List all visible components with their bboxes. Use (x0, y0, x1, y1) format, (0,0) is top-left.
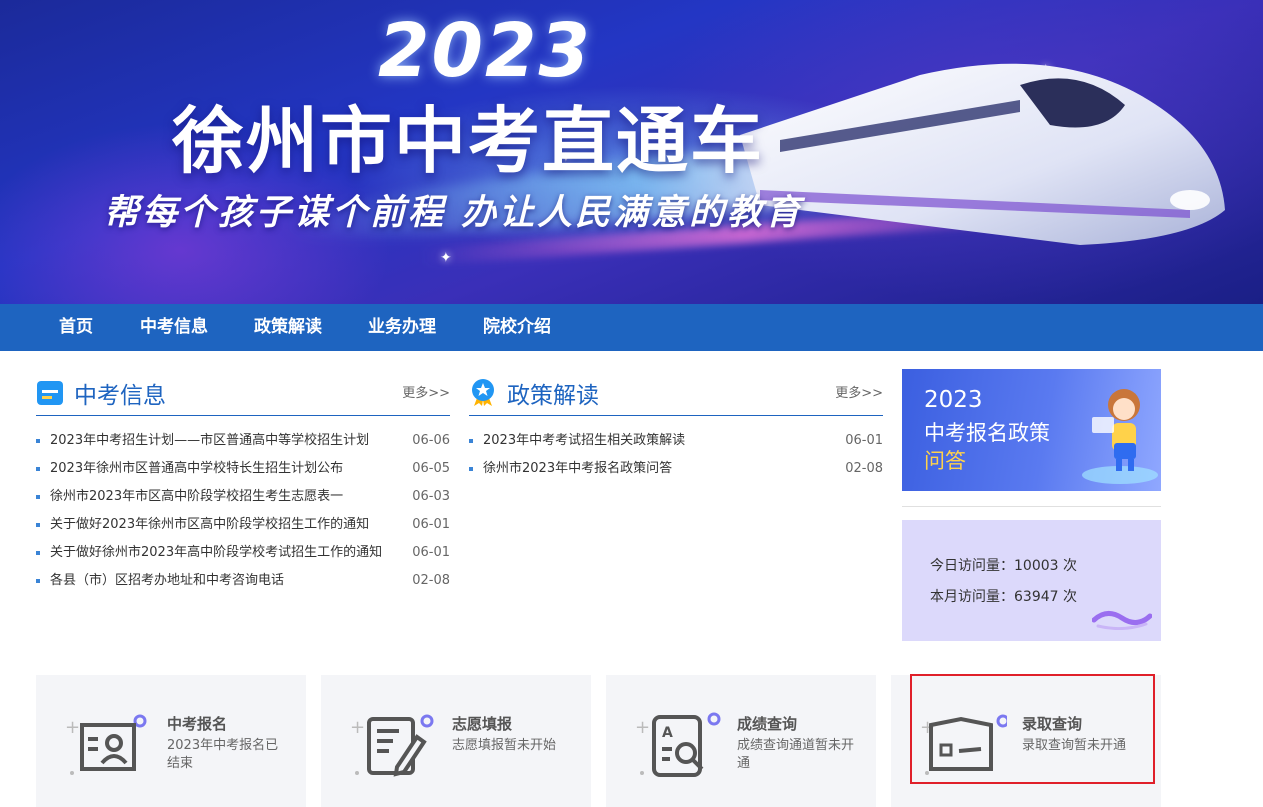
bullet-icon (36, 551, 40, 555)
svg-text:+: + (350, 717, 365, 738)
bullet-icon (36, 523, 40, 527)
info-news-list: 2023年中考招生计划——市区普通高中等学校招生计划 06-06 2023年徐州市… (36, 427, 450, 595)
news-title[interactable]: 各县（市）区招考办地址和中考咨询电话 (50, 567, 284, 595)
list-item[interactable]: 2023年中考招生计划——市区普通高中等学校招生计划 06-06 (36, 427, 450, 455)
news-date: 06-01 (412, 517, 450, 532)
section-title: 政策解读 (507, 383, 599, 409)
card-title: 成绩查询 (737, 715, 798, 733)
banner-title: 徐州市中考直通车 (172, 99, 765, 183)
news-title[interactable]: 关于做好2023年徐州市区高中阶段学校招生工作的通知 (50, 511, 369, 539)
news-date: 06-01 (412, 545, 450, 560)
banner-slogan: 帮每个孩子谋个前程 办让人民满意的教育 (104, 193, 804, 233)
list-item[interactable]: 关于做好2023年徐州市区高中阶段学校招生工作的通知 06-01 (36, 511, 450, 539)
service-card-application[interactable]: + 志愿填报 志愿填报暂未开始 (321, 675, 591, 807)
more-link[interactable]: 更多>> (835, 382, 883, 401)
promo-year: 2023 (924, 387, 983, 413)
list-item[interactable]: 各县（市）区招考办地址和中考咨询电话 02-08 (36, 567, 450, 595)
list-item[interactable]: 徐州市2023年中考报名政策问答 02-08 (469, 455, 883, 483)
card-title: 录取查询 (1022, 715, 1083, 733)
today-visits: 今日访问量：10003 次 (930, 558, 1077, 574)
list-item[interactable]: 2023年中考考试招生相关政策解读 06-01 (469, 427, 883, 455)
bullet-train-illustration (740, 63, 1225, 245)
news-title[interactable]: 2023年中考考试招生相关政策解读 (483, 427, 685, 455)
section-title: 中考信息 (74, 383, 166, 409)
main-nav: 首页 中考信息 政策解读 业务办理 院校介绍 (0, 304, 1263, 351)
nav-item-home[interactable]: 首页 (59, 304, 93, 351)
bullet-icon (36, 439, 40, 443)
service-card-registration[interactable]: + 中考报名 2023年中考报名已结束 (36, 675, 306, 807)
card-title: 中考报名 (167, 715, 228, 733)
news-date: 02-08 (412, 573, 450, 588)
card-desc: 成绩查询通道暂未开通 (737, 738, 855, 771)
policy-qa-promo-banner[interactable]: 2023 中考报名政策 问答 (902, 369, 1161, 491)
hero-banner: ✦ ✦ ✦ ✦ 2023 徐州市中考直通车 帮每个孩子谋个前程 办让人民满意的教… (0, 0, 1263, 304)
visit-stats-panel: 今日访问量：10003 次 本月访问量：63947 次 (902, 520, 1161, 641)
list-item[interactable]: 徐州市2023年市区高中阶段学校招生考生志愿表一 06-03 (36, 483, 450, 511)
more-link[interactable]: 更多>> (402, 382, 450, 401)
bullet-icon (36, 579, 40, 583)
news-date: 06-06 (412, 433, 450, 448)
policy-news-list: 2023年中考考试招生相关政策解读 06-01 徐州市2023年中考报名政策问答 0… (469, 427, 883, 483)
bullet-icon (469, 439, 473, 443)
list-item[interactable]: 2023年徐州市区普通高中学校特长生招生计划公布 06-05 (36, 455, 450, 483)
policy-section-header: 政策解读 更多>> (469, 368, 883, 416)
news-title[interactable]: 徐州市2023年中考报名政策问答 (483, 455, 672, 483)
svg-text:+: + (635, 717, 650, 738)
card-title: 志愿填报 (452, 715, 513, 733)
news-title[interactable]: 2023年中考招生计划——市区普通高中等学校招生计划 (50, 427, 369, 455)
news-date: 02-08 (845, 461, 883, 476)
svg-text:+: + (65, 717, 80, 738)
student-illustration (1082, 389, 1158, 484)
sparkle-icon: ✦ (440, 250, 452, 266)
nav-item-services[interactable]: 业务办理 (368, 304, 436, 351)
card-desc: 志愿填报暂未开始 (452, 738, 557, 753)
admission-book-icon: + (920, 714, 1007, 775)
bullet-icon (36, 467, 40, 471)
form-edit-icon: + (350, 714, 434, 777)
news-date: 06-03 (412, 489, 450, 504)
promo-title: 中考报名政策 (924, 421, 1050, 445)
card-desc: 录取查询暂未开通 (1022, 738, 1127, 753)
nav-item-exam-info[interactable]: 中考信息 (140, 304, 208, 351)
news-title[interactable]: 2023年徐州市区普通高中学校特长生招生计划公布 (50, 455, 343, 483)
wave-decoration-icon (1092, 611, 1152, 630)
folder-icon (37, 381, 63, 405)
news-date: 06-01 (845, 433, 883, 448)
medal-icon (472, 379, 494, 406)
score-search-icon: + A (635, 712, 721, 777)
list-item[interactable]: 关于做好徐州市2023年高中阶段学校考试招生工作的通知 06-01 (36, 539, 450, 567)
bullet-icon (36, 495, 40, 499)
nav-item-schools[interactable]: 院校介绍 (483, 304, 551, 351)
bullet-icon (469, 467, 473, 471)
id-card-icon: + (65, 714, 147, 775)
card-desc: 2023年中考报名已结束 (167, 738, 279, 771)
promo-subtitle: 问答 (924, 449, 966, 473)
news-title[interactable]: 徐州市2023年市区高中阶段学校招生考生志愿表一 (50, 483, 343, 511)
service-card-scores[interactable]: + A 成绩查询 成绩查询通道暂未开通 (606, 675, 876, 807)
news-date: 06-05 (412, 461, 450, 476)
nav-item-policy[interactable]: 政策解读 (254, 304, 322, 351)
news-title[interactable]: 关于做好徐州市2023年高中阶段学校考试招生工作的通知 (50, 539, 382, 567)
info-section-header: 中考信息 更多>> (36, 368, 450, 416)
divider (902, 506, 1161, 507)
month-visits: 本月访问量：63947 次 (930, 589, 1077, 605)
svg-text:A: A (662, 725, 673, 741)
service-card-admission[interactable]: + 录取查询 录取查询暂未开通 (891, 675, 1161, 807)
